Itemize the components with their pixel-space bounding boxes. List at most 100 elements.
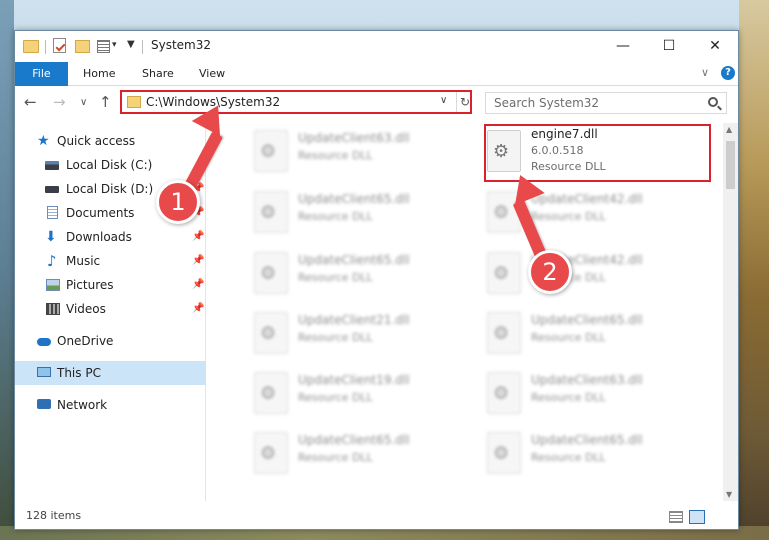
sidebar-item-label: OneDrive <box>57 334 114 348</box>
dll-file-icon <box>254 130 288 172</box>
step-2-badge: 2 <box>528 250 572 294</box>
file-tile[interactable]: UpdateClient21.dll Resource DLL <box>248 307 478 365</box>
navigation-bar: ← → ∨ ↑ C:\Windows\System32 ∨ ↻ Search S… <box>15 87 738 119</box>
file-type: Resource DLL <box>298 331 373 344</box>
toolbar-divider <box>142 40 143 54</box>
documents-icon <box>47 206 58 219</box>
folder-icon <box>23 40 39 53</box>
details-view-icon[interactable] <box>669 511 683 523</box>
properties-icon[interactable] <box>53 38 66 53</box>
step-1-badge: 1 <box>156 180 200 224</box>
file-tile[interactable]: UpdateClient65.dll Resource DLL <box>248 247 478 305</box>
file-name: UpdateClient42.dll <box>531 192 643 206</box>
file-tile[interactable]: UpdateClient65.dll Resource DLL <box>481 307 711 365</box>
address-dropdown-icon[interactable]: ∨ <box>440 95 447 106</box>
file-explorer-window: ▾ ▼ System32 — ☐ ✕ File Home Share View … <box>14 30 739 530</box>
folder-icon <box>127 96 141 108</box>
sidebar-item-label: Network <box>57 398 108 412</box>
file-tile[interactable]: UpdateClient19.dll Resource DLL <box>248 367 478 425</box>
sidebar-item-label: Music <box>66 254 101 268</box>
file-tile[interactable]: UpdateClient63.dll Resource DLL <box>248 125 478 183</box>
sidebar-item-label: Local Disk (C:) <box>66 158 153 172</box>
back-arrow-icon[interactable]: ← <box>24 93 37 111</box>
computer-icon <box>37 367 51 377</box>
sidebar-item-label: Quick access <box>57 134 136 148</box>
tab-share[interactable]: Share <box>142 62 174 86</box>
sidebar-item-pictures[interactable]: Pictures 📌 <box>15 273 206 297</box>
dll-file-icon <box>254 432 288 474</box>
address-bar[interactable]: C:\Windows\System32 ∨ ↻ <box>120 90 472 114</box>
sidebar-item-this-pc[interactable]: This PC <box>15 361 206 385</box>
file-name: UpdateClient65.dll <box>298 433 410 447</box>
refresh-icon[interactable]: ↻ <box>456 92 470 112</box>
file-tile[interactable]: UpdateClient63.dll Resource DLL <box>481 367 711 425</box>
pin-icon: 📌 <box>192 303 205 314</box>
vertical-scrollbar[interactable]: ▲ ▼ <box>723 123 738 501</box>
dll-file-icon <box>254 312 288 354</box>
file-name: UpdateClient63.dll <box>531 373 643 387</box>
file-name: UpdateClient65.dll <box>298 192 410 206</box>
up-arrow-icon[interactable]: ↑ <box>99 93 112 111</box>
file-name: UpdateClient63.dll <box>298 131 410 145</box>
title-bar: ▾ ▼ System32 — ☐ ✕ <box>15 31 738 62</box>
sidebar-item-local-disk-c[interactable]: Local Disk (C:) <box>15 153 206 177</box>
file-type: Resource DLL <box>298 210 373 223</box>
highlight-box <box>484 124 711 182</box>
file-type: Resource DLL <box>298 149 373 162</box>
search-input[interactable]: Search System32 <box>494 96 599 110</box>
file-name: UpdateClient65.dll <box>531 313 643 327</box>
network-icon <box>37 399 51 409</box>
item-count: 128 items <box>26 509 82 522</box>
window-title: System32 <box>151 38 212 52</box>
sidebar-item-music[interactable]: Music 📌 <box>15 249 206 273</box>
dll-file-icon <box>487 252 521 294</box>
file-tile[interactable]: UpdateClient65.dll Resource DLL <box>248 427 478 485</box>
help-icon[interactable]: ? <box>721 66 735 80</box>
sidebar-item-label: Local Disk (D:) <box>66 182 154 196</box>
sidebar-item-label: Documents <box>66 206 135 220</box>
sidebar-item-label: Pictures <box>66 278 114 292</box>
forward-arrow-icon[interactable]: → <box>53 93 66 111</box>
file-type: Resource DLL <box>298 451 373 464</box>
file-list: UpdateClient63.dll Resource DLL UpdateCl… <box>218 123 723 501</box>
file-tile[interactable]: UpdateClient42.dll Resource DLL <box>481 247 711 305</box>
sidebar-item-onedrive[interactable]: OneDrive <box>15 329 206 353</box>
scroll-down-icon[interactable]: ▼ <box>726 490 732 499</box>
file-tile[interactable]: UpdateClient65.dll Resource DLL <box>248 186 478 244</box>
videos-icon <box>46 303 60 315</box>
sidebar-item-label: This PC <box>57 366 101 380</box>
sidebar-item-videos[interactable]: Videos 📌 <box>15 297 206 321</box>
customize-toolbar-icon[interactable]: ▼ <box>127 39 135 55</box>
file-type: Resource DLL <box>531 391 606 404</box>
file-tile[interactable]: UpdateClient65.dll Resource DLL <box>481 427 711 485</box>
sidebar-item-network[interactable]: Network <box>15 393 206 417</box>
search-box[interactable]: Search System32 <box>485 92 727 114</box>
dll-file-icon <box>487 312 521 354</box>
minimize-button[interactable]: — <box>600 31 646 62</box>
view-icon[interactable] <box>97 40 110 53</box>
tab-home[interactable]: Home <box>83 62 115 86</box>
sidebar-item-quick-access[interactable]: Quick access <box>15 129 206 153</box>
maximize-button[interactable]: ☐ <box>646 31 692 62</box>
sidebar-item-label: Videos <box>66 302 106 316</box>
new-folder-icon[interactable] <box>75 40 90 53</box>
sidebar-item-downloads[interactable]: Downloads 📌 <box>15 225 206 249</box>
dll-file-icon <box>254 191 288 233</box>
tab-file[interactable]: File <box>15 62 68 86</box>
recent-locations-icon[interactable]: ∨ <box>80 97 87 108</box>
toolbar-divider <box>45 40 46 54</box>
expand-ribbon-icon[interactable]: ∨ <box>701 66 709 79</box>
status-bar: 128 items <box>15 503 738 529</box>
large-icons-view-icon[interactable] <box>689 510 705 524</box>
dll-file-icon <box>487 432 521 474</box>
sidebar-item-label: Downloads <box>66 230 132 244</box>
dropdown-arrow-icon[interactable]: ▾ <box>112 40 117 56</box>
file-name: UpdateClient65.dll <box>531 433 643 447</box>
search-icon[interactable] <box>708 97 718 107</box>
file-name: UpdateClient65.dll <box>298 253 410 267</box>
scroll-up-icon[interactable]: ▲ <box>726 125 732 134</box>
file-name: UpdateClient19.dll <box>298 373 410 387</box>
tab-view[interactable]: View <box>199 62 225 86</box>
scrollbar-thumb[interactable] <box>726 141 735 189</box>
close-button[interactable]: ✕ <box>692 31 738 62</box>
